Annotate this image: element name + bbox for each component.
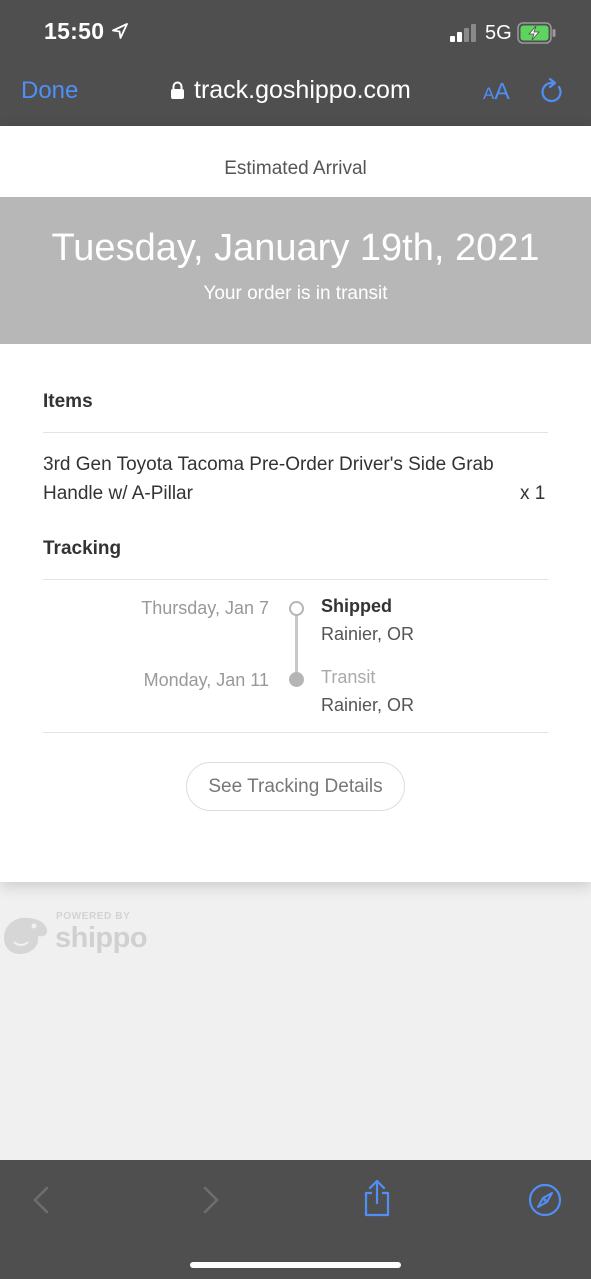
event-location: Rainier, OR	[321, 624, 415, 644]
see-tracking-details-button[interactable]: See Tracking Details	[186, 762, 405, 811]
shippo-wordmark: shippo	[55, 922, 148, 954]
powered-by-label: POWERED BY	[56, 911, 131, 922]
tracking-card: Estimated Arrival Tuesday, January 19th,…	[0, 126, 591, 882]
browser-bottom-toolbar	[0, 1160, 591, 1279]
divider	[43, 579, 548, 580]
signal-icon	[450, 24, 476, 42]
url-text: track.goshippo.com	[194, 76, 411, 104]
arrival-date: Tuesday, January 19th, 2021	[51, 227, 540, 269]
status-bar: 15:50 5G	[0, 0, 591, 60]
text-size-small-glyph: A	[483, 84, 495, 103]
event-date: Monday, Jan 11	[143, 670, 269, 690]
timeline-dot-transit	[289, 672, 304, 687]
divider	[43, 432, 548, 433]
divider	[43, 732, 548, 733]
share-icon[interactable]	[362, 1178, 392, 1218]
home-indicator[interactable]	[190, 1262, 401, 1268]
event-status: Shipped	[321, 596, 392, 616]
powered-by-shippo[interactable]: POWERED BY shippo	[0, 908, 170, 960]
done-button[interactable]: Done	[21, 77, 78, 105]
text-size-large-glyph: A	[494, 78, 510, 104]
items-heading: Items	[43, 391, 93, 412]
reload-icon[interactable]	[538, 77, 566, 107]
web-page: Estimated Arrival Tuesday, January 19th,…	[0, 126, 591, 1160]
item-quantity: x 1	[520, 483, 546, 504]
tracking-heading: Tracking	[43, 538, 122, 559]
text-size-button[interactable]: AA	[483, 78, 510, 105]
estimated-arrival-label: Estimated Arrival	[224, 158, 367, 179]
item-name: 3rd Gen Toyota Tacoma Pre-Order Driver's…	[43, 454, 494, 504]
event-location: Rainier, OR	[321, 695, 415, 715]
order-status: Your order is in transit	[203, 283, 388, 304]
forward-icon[interactable]	[200, 1185, 222, 1215]
timeline-dot-shipped	[289, 601, 304, 616]
status-time: 15:50	[44, 18, 105, 44]
browser-toolbar: Done track.goshippo.com AA	[0, 60, 591, 126]
shippo-penguin-logo	[4, 917, 48, 954]
event-status: Transit	[321, 667, 376, 687]
event-date: Thursday, Jan 7	[141, 598, 269, 618]
back-icon[interactable]	[30, 1185, 52, 1215]
location-arrow-icon	[112, 23, 128, 39]
lock-icon	[171, 81, 184, 99]
network-type: 5G	[485, 22, 512, 44]
address-bar[interactable]: track.goshippo.com	[170, 76, 411, 105]
compass-icon[interactable]	[528, 1183, 562, 1217]
timeline-line	[295, 609, 298, 679]
battery-charging-icon	[517, 22, 556, 44]
arrival-banner: Tuesday, January 19th, 2021 Your order i…	[0, 197, 591, 344]
